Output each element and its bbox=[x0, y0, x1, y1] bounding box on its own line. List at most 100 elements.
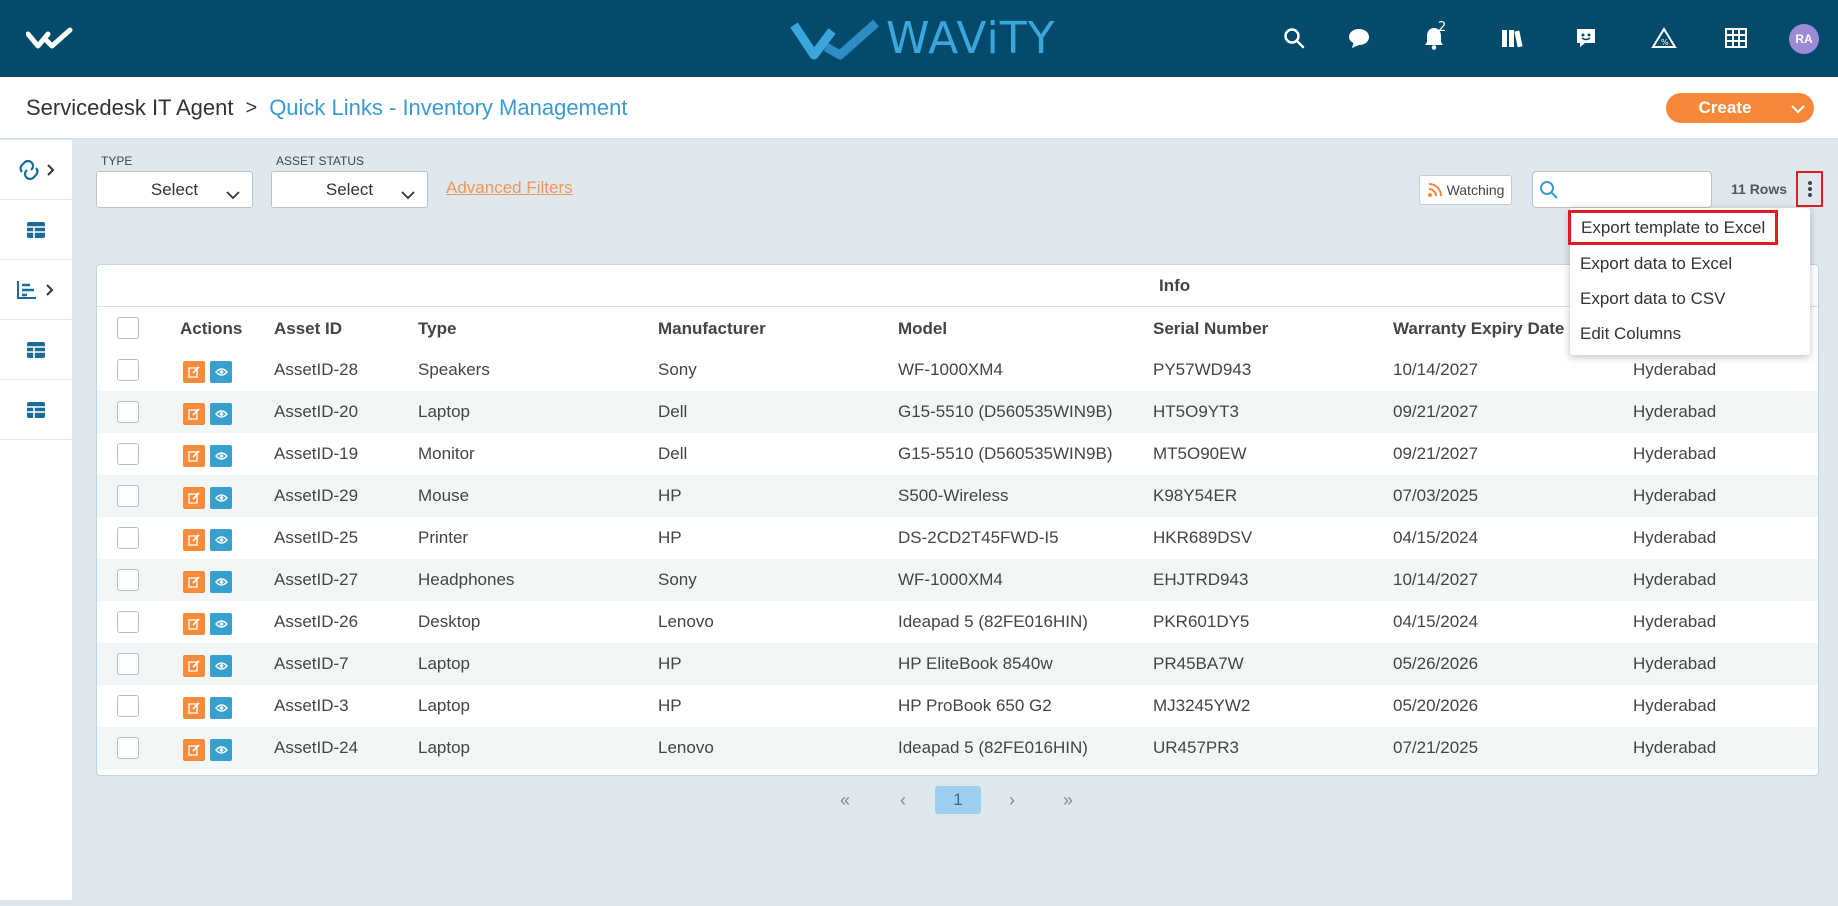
edit-button[interactable] bbox=[183, 697, 205, 719]
type-filter-label: TYPE bbox=[101, 154, 133, 168]
view-button[interactable] bbox=[210, 571, 232, 593]
sidebar-item-links[interactable] bbox=[0, 140, 72, 200]
table-row[interactable]: AssetID-26 Desktop Lenovo Ideapad 5 (82FE01… bbox=[97, 601, 1818, 643]
row-checkbox[interactable] bbox=[117, 611, 139, 633]
prev-page-button[interactable]: ‹ bbox=[888, 786, 918, 814]
table-row[interactable]: AssetID-7 Laptop HP HP EliteBook 8540w PR45B… bbox=[97, 643, 1818, 685]
search-icon[interactable] bbox=[1276, 20, 1312, 56]
select-all-checkbox[interactable] bbox=[117, 317, 139, 339]
breadcrumb-root[interactable]: Servicedesk IT Agent bbox=[26, 95, 234, 121]
table-row[interactable]: AssetID-3 Laptop HP HP ProBook 650 G2 MJ3245… bbox=[97, 685, 1818, 727]
edit-icon bbox=[188, 366, 200, 378]
menu-item-export-data-csv[interactable]: Export data to CSV bbox=[1570, 281, 1810, 316]
row-checkbox[interactable] bbox=[117, 737, 139, 759]
edit-button[interactable] bbox=[183, 529, 205, 551]
search-input[interactable] bbox=[1532, 171, 1712, 208]
cell-model: WF-1000XM4 bbox=[898, 570, 1003, 589]
breadcrumb: Servicedesk IT Agent > Quick Links - Inv… bbox=[26, 95, 627, 121]
table-icon bbox=[27, 341, 45, 358]
view-button[interactable] bbox=[210, 445, 232, 467]
row-checkbox[interactable] bbox=[117, 485, 139, 507]
table-row[interactable]: AssetID-29 Mouse HP S500-Wireless K98Y54ER 07… bbox=[97, 475, 1818, 517]
table-row[interactable]: AssetID-24 Laptop Lenovo Ideapad 5 (82FE016… bbox=[97, 727, 1818, 769]
cell-location: Hyderabad bbox=[1633, 528, 1717, 547]
eye-icon bbox=[214, 410, 228, 418]
column-header-asset-id[interactable]: Asset ID bbox=[274, 319, 342, 339]
sidebar-item-table-3[interactable] bbox=[0, 380, 72, 440]
eye-icon bbox=[214, 452, 228, 460]
row-checkbox[interactable] bbox=[117, 443, 139, 465]
view-button[interactable] bbox=[210, 697, 232, 719]
cell-warranty-expiry: 04/15/2024 bbox=[1393, 528, 1479, 547]
edit-button[interactable] bbox=[183, 571, 205, 593]
cell-location: Hyderabad bbox=[1633, 444, 1717, 463]
page-number-button[interactable]: 1 bbox=[935, 786, 981, 814]
row-checkbox[interactable] bbox=[117, 569, 139, 591]
feedback-icon[interactable] bbox=[1568, 20, 1604, 56]
sidebar-item-table-2[interactable] bbox=[0, 320, 72, 380]
cell-type: Speakers bbox=[418, 360, 490, 379]
column-header-serial-number[interactable]: Serial Number bbox=[1153, 319, 1268, 339]
first-page-button[interactable]: « bbox=[830, 786, 860, 814]
view-button[interactable] bbox=[210, 529, 232, 551]
view-button[interactable] bbox=[210, 487, 232, 509]
sidebar-item-table-1[interactable] bbox=[0, 200, 72, 260]
cell-model: HP EliteBook 8540w bbox=[898, 654, 1053, 673]
edit-button[interactable] bbox=[183, 361, 205, 383]
table-row[interactable]: AssetID-25 Printer HP DS-2CD2T45FWD-I5 HKR68… bbox=[97, 517, 1818, 559]
row-checkbox[interactable] bbox=[117, 401, 139, 423]
edit-icon bbox=[188, 660, 200, 672]
edit-icon bbox=[188, 744, 200, 756]
cell-warranty-expiry: 05/26/2026 bbox=[1393, 654, 1479, 673]
view-button[interactable] bbox=[210, 613, 232, 635]
next-page-button[interactable]: › bbox=[997, 786, 1027, 814]
column-header-warranty-expiry[interactable]: Warranty Expiry Date bbox=[1393, 319, 1564, 339]
type-filter-select[interactable]: Select bbox=[96, 171, 253, 208]
advanced-filters-link[interactable]: Advanced Filters bbox=[446, 178, 573, 198]
menu-item-export-template-excel[interactable]: Export template to Excel bbox=[1568, 210, 1778, 245]
view-button[interactable] bbox=[210, 361, 232, 383]
column-header-type[interactable]: Type bbox=[418, 319, 456, 339]
table-row[interactable]: AssetID-27 Headphones Sony WF-1000XM4 EHJTRD… bbox=[97, 559, 1818, 601]
row-checkbox[interactable] bbox=[117, 695, 139, 717]
row-checkbox[interactable] bbox=[117, 359, 139, 381]
sidebar-item-reports[interactable] bbox=[0, 260, 72, 320]
edit-button[interactable] bbox=[183, 613, 205, 635]
create-button[interactable]: Create bbox=[1666, 93, 1814, 123]
edit-button[interactable] bbox=[183, 403, 205, 425]
asset-status-filter-select[interactable]: Select bbox=[271, 171, 428, 208]
chat-icon[interactable] bbox=[1341, 20, 1377, 56]
chevron-down-icon[interactable] bbox=[1790, 101, 1806, 121]
more-options-button[interactable] bbox=[1796, 171, 1823, 207]
row-checkbox[interactable] bbox=[117, 653, 139, 675]
row-checkbox[interactable] bbox=[117, 527, 139, 549]
breadcrumb-current[interactable]: Quick Links - Inventory Management bbox=[269, 95, 627, 121]
view-button[interactable] bbox=[210, 403, 232, 425]
edit-icon bbox=[188, 576, 200, 588]
eye-icon bbox=[214, 368, 228, 376]
view-button[interactable] bbox=[210, 655, 232, 677]
edit-button[interactable] bbox=[183, 445, 205, 467]
apps-grid-icon[interactable] bbox=[1718, 20, 1754, 56]
table-row[interactable]: AssetID-19 Monitor Dell G15-5510 (D560535WI… bbox=[97, 433, 1818, 475]
table-row[interactable]: AssetID-28 Speakers Sony WF-1000XM4 PY57WD94… bbox=[97, 349, 1818, 391]
cell-serial-number: MJ3245YW2 bbox=[1153, 696, 1251, 715]
wavity-check-icon[interactable] bbox=[25, 26, 76, 57]
last-page-button[interactable]: » bbox=[1053, 786, 1083, 814]
column-header-manufacturer[interactable]: Manufacturer bbox=[658, 319, 766, 339]
table-row[interactable]: AssetID-20 Laptop Dell G15-5510 (D560535WIN… bbox=[97, 391, 1818, 433]
library-icon[interactable] bbox=[1494, 20, 1530, 56]
triangle-sla-icon[interactable]: % bbox=[1646, 20, 1682, 56]
menu-item-export-data-excel[interactable]: Export data to Excel bbox=[1570, 246, 1810, 281]
edit-button[interactable] bbox=[183, 655, 205, 677]
bell-icon[interactable]: 2 bbox=[1416, 20, 1452, 56]
edit-button[interactable] bbox=[183, 739, 205, 761]
edit-button[interactable] bbox=[183, 487, 205, 509]
column-header-model[interactable]: Model bbox=[898, 319, 947, 339]
menu-item-edit-columns[interactable]: Edit Columns bbox=[1570, 316, 1810, 351]
view-button[interactable] bbox=[210, 739, 232, 761]
user-avatar[interactable]: RA bbox=[1789, 24, 1819, 54]
cell-model: Ideapad 5 (82FE016HIN) bbox=[898, 612, 1088, 631]
watching-button[interactable]: Watching bbox=[1419, 175, 1512, 205]
breadcrumb-separator: > bbox=[245, 96, 258, 119]
